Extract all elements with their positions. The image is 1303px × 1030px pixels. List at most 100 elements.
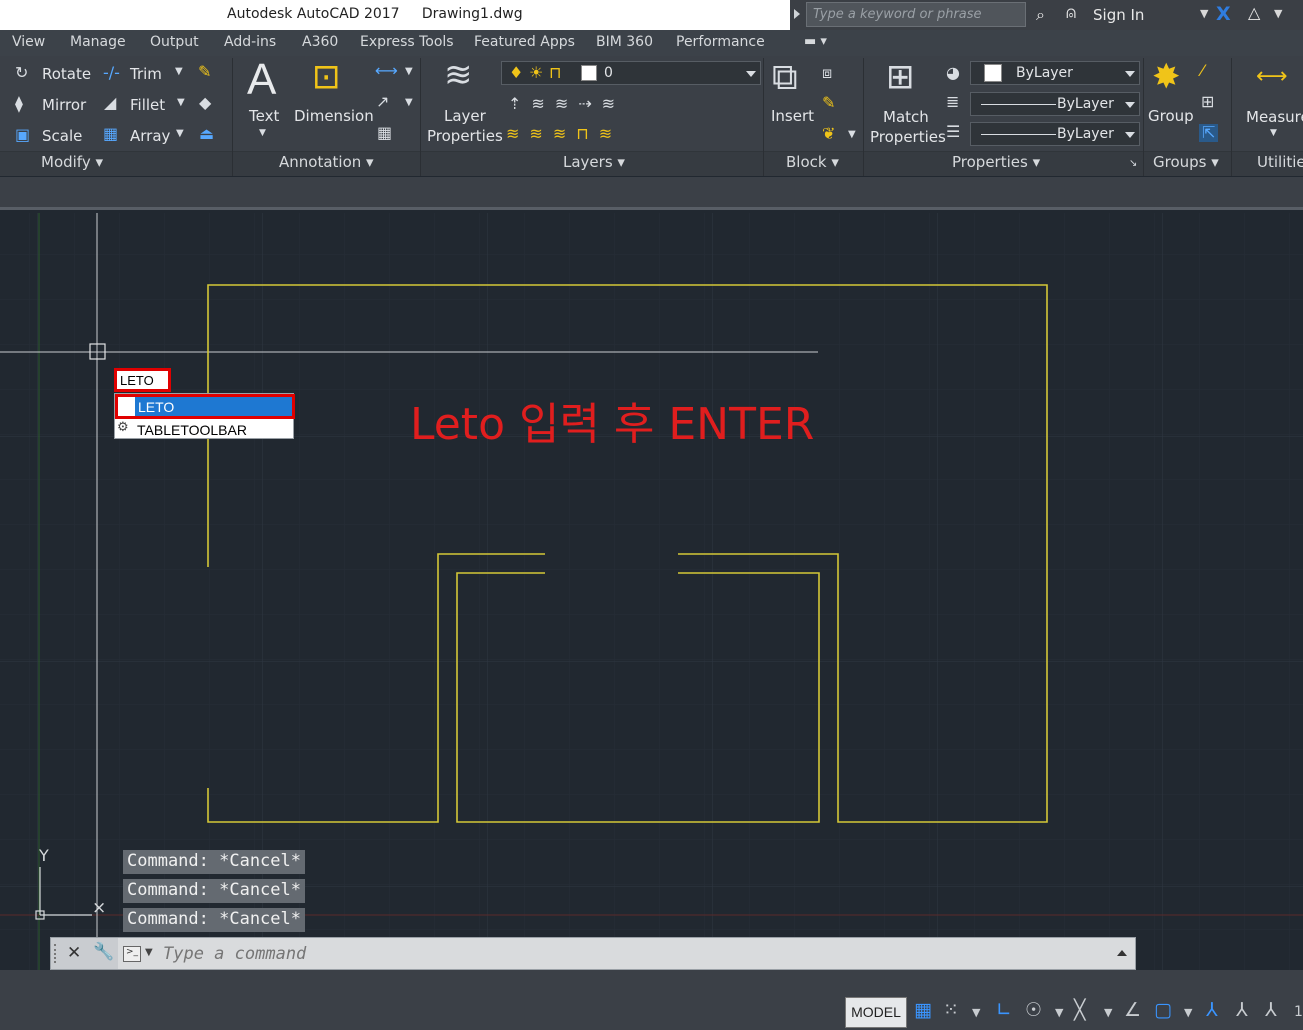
ungroup-icon[interactable]: ⁄: [1201, 63, 1204, 79]
chevron-down-icon[interactable]: ▼: [1104, 1007, 1112, 1018]
grid-display-icon[interactable]: ▦: [914, 1001, 932, 1020]
chevron-down-icon[interactable]: ▼: [1055, 1007, 1063, 1018]
autocomplete-item-tabletoolbar[interactable]: ⚙ TABLETOOLBAR: [115, 419, 295, 439]
explode-icon[interactable]: ◆: [199, 95, 211, 111]
insert-button[interactable]: Insert: [771, 107, 814, 125]
color-dropdown[interactable]: ByLayer: [970, 61, 1140, 85]
wrench-icon[interactable]: 🔧: [93, 942, 114, 962]
group-button[interactable]: Group: [1148, 107, 1194, 125]
dimension-icon[interactable]: ⊡: [312, 60, 341, 94]
binoculars-icon[interactable]: ⌕: [1036, 5, 1045, 25]
chevron-down-icon[interactable]: ▼: [176, 129, 184, 139]
object-snap-tracking-icon[interactable]: ∠: [1124, 1001, 1141, 1020]
mirror-button[interactable]: Mirror: [42, 96, 86, 114]
command-prompt-icon[interactable]: >_: [123, 946, 141, 962]
layer-properties-label-1[interactable]: Layer: [444, 107, 486, 125]
linear-dimension-icon[interactable]: ⟷: [375, 63, 398, 79]
create-block-icon[interactable]: ⧈: [822, 65, 832, 81]
dynamic-input-field[interactable]: LETO: [114, 368, 171, 392]
attribute-icon[interactable]: ❦: [822, 126, 835, 142]
ortho-mode-icon[interactable]: ∟: [996, 1001, 1012, 1020]
tab-a360[interactable]: A360: [302, 34, 338, 50]
tab-view[interactable]: View: [12, 34, 45, 50]
chevron-down-icon[interactable]: ▼: [972, 1007, 980, 1018]
annotation-scale-value[interactable]: 1: [1294, 1005, 1303, 1019]
search-expand-icon[interactable]: [794, 9, 800, 19]
group-icon[interactable]: ✸: [1152, 60, 1181, 94]
lineweight-dropdown[interactable]: ByLayer: [970, 92, 1140, 116]
insert-block-icon[interactable]: ⧉: [772, 60, 798, 96]
layer-properties-label-2[interactable]: Properties: [427, 127, 503, 145]
modify-panel-title[interactable]: Modify ▾: [41, 153, 103, 175]
tab-output[interactable]: Output: [150, 34, 199, 50]
chevron-down-icon[interactable]: ▼: [848, 130, 856, 140]
table-icon[interactable]: ▦: [377, 125, 392, 141]
chevron-down-icon[interactable]: ▼: [1274, 7, 1282, 20]
annotation-panel-title[interactable]: Annotation ▾: [279, 153, 374, 175]
object-snap-icon[interactable]: ▢: [1154, 1001, 1172, 1020]
measure-button[interactable]: Measure: [1246, 108, 1303, 126]
layers-panel-title[interactable]: Layers ▾: [563, 153, 625, 175]
layer-tools-row-1-icons[interactable]: ⇡≋≋⇢≋: [508, 96, 625, 112]
auto-scale-icon[interactable]: ⅄: [1236, 1001, 1248, 1020]
chevron-down-icon[interactable]: ▼: [145, 947, 153, 958]
chevron-down-icon[interactable]: ▼: [1200, 7, 1208, 20]
close-icon[interactable]: ✕: [67, 943, 81, 963]
drag-handle[interactable]: [54, 944, 58, 963]
model-space-button[interactable]: MODEL: [845, 997, 907, 1028]
group-edit-icon[interactable]: ⊞: [1201, 94, 1214, 110]
leader-icon[interactable]: ↗: [376, 94, 389, 110]
command-input[interactable]: [163, 942, 1063, 966]
match-properties-label-1[interactable]: Match: [883, 108, 929, 126]
ribbon-minimize-icon[interactable]: ▬ ▾: [804, 34, 827, 49]
group-selection-icon[interactable]: ⇱: [1199, 124, 1219, 142]
offset-icon[interactable]: ⏏: [199, 126, 214, 142]
properties-panel-title[interactable]: Properties ▾: [952, 153, 1040, 175]
user-icon[interactable]: ⍝: [1066, 3, 1076, 23]
isodraft-icon[interactable]: ╳: [1074, 1001, 1085, 1020]
match-properties-label-2[interactable]: Properties: [870, 128, 946, 146]
layer-properties-icon[interactable]: ≋: [444, 58, 473, 92]
text-icon[interactable]: A: [247, 58, 276, 102]
groups-panel-title[interactable]: Groups ▾: [1153, 153, 1219, 175]
tab-manage[interactable]: Manage: [70, 34, 126, 50]
match-properties-icon[interactable]: ⊞: [886, 60, 915, 94]
chevron-down-icon[interactable]: ▼: [405, 98, 413, 108]
dialog-launcher-icon[interactable]: ↘: [1129, 159, 1137, 169]
array-button[interactable]: Array: [130, 127, 170, 145]
search-input[interactable]: Type a keyword or phrase: [806, 2, 1026, 27]
chevron-down-icon[interactable]: ▼: [259, 129, 266, 138]
tab-featured-apps[interactable]: Featured Apps: [474, 34, 575, 50]
rotate-button[interactable]: Rotate: [42, 65, 91, 83]
sign-in-link[interactable]: Sign In: [1093, 6, 1144, 24]
block-panel-title[interactable]: Block ▾: [786, 153, 839, 175]
chevron-down-icon[interactable]: ▼: [405, 67, 413, 77]
chevron-down-icon[interactable]: ▼: [1184, 1007, 1192, 1018]
tab-express-tools[interactable]: Express Tools: [360, 34, 454, 50]
chevron-down-icon[interactable]: ▼: [177, 98, 185, 108]
chevron-down-icon[interactable]: ▼: [1270, 129, 1277, 138]
linetype-dropdown[interactable]: ByLayer: [970, 122, 1140, 146]
scale-button[interactable]: Scale: [42, 127, 82, 145]
chevron-down-icon[interactable]: ▼: [175, 67, 183, 77]
annotation-scale-icon[interactable]: ⅄: [1265, 1001, 1277, 1020]
tab-bim-360[interactable]: BIM 360: [596, 34, 653, 50]
autocomplete-item-leto[interactable]: LETO: [115, 394, 295, 419]
dimension-button[interactable]: Dimension: [294, 107, 374, 125]
snap-mode-icon[interactable]: ⁙: [943, 1001, 959, 1020]
history-up-icon[interactable]: [1117, 950, 1127, 956]
annotation-visibility-icon[interactable]: ⅄: [1206, 1001, 1218, 1020]
edit-block-icon[interactable]: ✎: [822, 95, 835, 111]
polar-tracking-icon[interactable]: ☉: [1025, 1001, 1042, 1020]
exchange-apps-icon[interactable]: X: [1216, 3, 1231, 25]
trim-button[interactable]: Trim: [130, 65, 162, 83]
utilities-panel-title[interactable]: Utilitie: [1257, 153, 1303, 175]
erase-icon[interactable]: ✎: [198, 64, 211, 80]
text-button[interactable]: Text: [249, 107, 279, 125]
a360-icon[interactable]: △: [1248, 3, 1260, 22]
tab-performance[interactable]: Performance: [676, 34, 765, 50]
fillet-button[interactable]: Fillet: [130, 96, 165, 114]
layer-tools-row-2-icons[interactable]: ≋≋≋⊓≋: [506, 126, 622, 142]
tab-add-ins[interactable]: Add-ins: [224, 34, 276, 50]
layer-dropdown[interactable]: ♦ ☀ ⊓ 0: [501, 61, 761, 85]
